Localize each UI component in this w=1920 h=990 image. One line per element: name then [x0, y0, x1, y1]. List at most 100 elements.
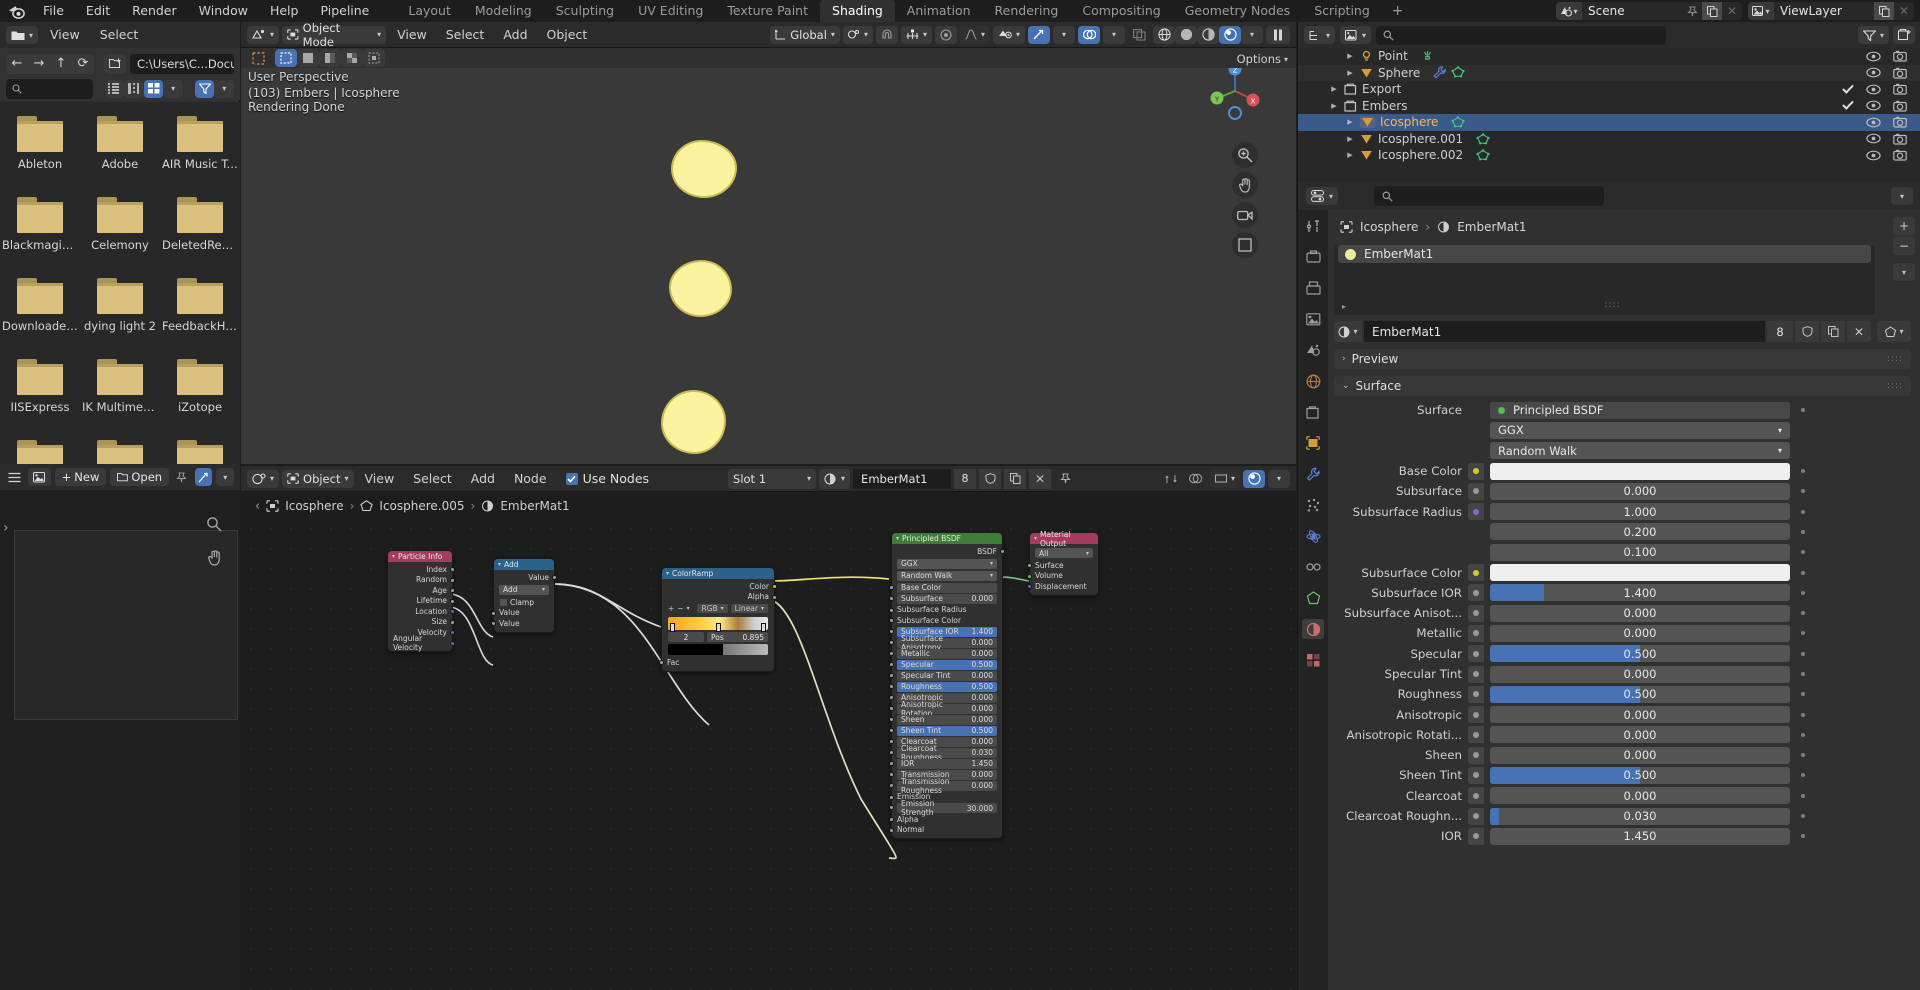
shading-wireframe-icon[interactable]	[1153, 25, 1175, 44]
file-menu-view[interactable]: View	[42, 22, 88, 48]
tab-modifiers[interactable]	[1302, 464, 1324, 484]
active-tool-select-box-icon[interactable]	[247, 49, 269, 67]
expand-triangle-icon[interactable]: ▶	[1345, 135, 1355, 143]
node-principled-bsdf[interactable]: ▾ Principled BSDF BSDF GGX ▾ Random Walk ▾…	[889, 532, 1005, 839]
display-horizontal-list-icon[interactable]	[124, 79, 144, 98]
file-search-input[interactable]	[6, 78, 93, 99]
snap-node-icon[interactable]	[1160, 470, 1182, 488]
material-users-button[interactable]: 8	[1767, 321, 1793, 342]
socket-random[interactable]: Random	[388, 575, 455, 586]
number-field[interactable]: 0.000	[1490, 746, 1790, 764]
menu-pipeline[interactable]: Pipeline	[309, 0, 380, 22]
node-value-row[interactable]: Subsurface Anisotropy 0.000	[889, 634, 1002, 652]
ramp-stop-2[interactable]	[761, 623, 766, 632]
node-header[interactable]: ▾ Particle Info	[388, 551, 452, 562]
number-field[interactable]: 0.000	[1490, 482, 1790, 500]
hide-in-viewport-icon[interactable]	[1866, 100, 1881, 111]
properties-search-input[interactable]	[1374, 186, 1605, 206]
select-new-icon[interactable]	[275, 49, 297, 67]
socket-indicator[interactable]	[1468, 604, 1484, 622]
breadcrumb-mesh[interactable]: Icosphere.005	[379, 499, 464, 513]
hide-in-viewport-icon[interactable]	[1866, 150, 1881, 161]
ramp-color-mode-selector[interactable]: RGB ▾	[697, 604, 728, 613]
file-item[interactable]: iZotope	[160, 353, 240, 434]
visibility-selector[interactable]: ▾	[992, 25, 1025, 44]
socket-location[interactable]: Location	[388, 606, 455, 617]
node-overlays-icon[interactable]	[1185, 470, 1207, 488]
node-socket[interactable]: Subsurface Radius	[889, 605, 1002, 616]
outliner-row[interactable]: ▶ Sphere	[1298, 64, 1920, 81]
viewport-navigation-gizmo[interactable]: Z X Y	[1204, 60, 1266, 122]
socket-indicator[interactable]	[1468, 645, 1484, 663]
file-item[interactable]: Celemony	[80, 191, 160, 272]
node-canvas[interactable]: ▾ Particle Info Index Random Age Lifetim…	[241, 519, 1296, 990]
pin-material-icon[interactable]	[1054, 470, 1076, 488]
editor-type-image[interactable]	[27, 468, 51, 486]
viewport-camera-icon[interactable]	[1232, 202, 1258, 228]
animate-property-dot[interactable]	[1796, 550, 1810, 555]
disable-in-render-icon[interactable]	[1893, 116, 1907, 128]
ramp-pos-field[interactable]: Pos 0.895	[707, 632, 768, 642]
output-target-selector[interactable]: All ▾	[1035, 548, 1093, 558]
node-value-row[interactable]: Sheen Tint 0.500	[889, 725, 1002, 736]
hide-in-viewport-icon[interactable]	[1866, 51, 1881, 62]
material-slot-menu-button[interactable]: ▾	[1893, 263, 1915, 281]
tab-material[interactable]	[1302, 619, 1324, 639]
viewport-menu-select[interactable]: Select	[438, 22, 493, 48]
panel-grip[interactable]: ::::	[1887, 381, 1903, 391]
animate-property-dot[interactable]	[1796, 732, 1810, 737]
gizmo-options-chevron-icon[interactable]: ▾	[1053, 25, 1075, 44]
select-intersect-icon[interactable]	[363, 49, 385, 67]
slot-resize-grip[interactable]: ::::	[1605, 300, 1621, 310]
dropdown-field[interactable]: GGX ▾	[1490, 421, 1790, 439]
number-field[interactable]: 1.450	[1490, 827, 1790, 845]
outliner-display-mode-selector[interactable]: ▾	[1340, 26, 1372, 44]
shader-sidebar-toggle-icon[interactable]: ‹	[255, 499, 260, 514]
tab-particles[interactable]	[1302, 495, 1324, 515]
editor-type-outliner[interactable]: ▾	[1304, 26, 1336, 44]
animate-property-dot[interactable]	[1796, 692, 1810, 697]
socket-surface-in[interactable]: Surface	[1027, 560, 1098, 571]
animate-property-dot[interactable]	[1796, 509, 1810, 514]
duplicate-material-button[interactable]	[1821, 321, 1845, 342]
image-canvas-area[interactable]	[14, 530, 238, 720]
xray-toggle-icon[interactable]	[1128, 26, 1150, 44]
node-value-row[interactable]: Transmission Roughness 0.000	[889, 777, 1002, 795]
menu-window[interactable]: Window	[188, 0, 259, 22]
socket-indicator[interactable]	[1468, 746, 1484, 764]
properties-breadcrumb-material[interactable]: EmberMat1	[1457, 220, 1526, 234]
node-value-row[interactable]: Metallic 0.000	[889, 648, 1002, 659]
ramp-stop-1[interactable]	[716, 623, 721, 632]
shading-material-preview-icon[interactable]	[1197, 25, 1219, 44]
material-browse-icon[interactable]: ▾	[819, 468, 851, 489]
disable-in-render-icon[interactable]	[1893, 67, 1907, 79]
tab-texture[interactable]	[1302, 650, 1324, 670]
use-nodes-checkbox[interactable]: Use Nodes	[565, 471, 649, 486]
node-value-row[interactable]: Emission Strength 30.000	[889, 799, 1002, 817]
tab-world[interactable]	[1302, 371, 1324, 391]
node-value-row[interactable]: IOR 1.450	[889, 758, 1002, 769]
node-value-row[interactable]: Base Color	[889, 582, 1002, 593]
socket-size[interactable]: Size	[388, 617, 455, 628]
viewport-3d-canvas[interactable]: User Perspective (103) Embers | Icospher…	[241, 42, 1296, 464]
node-socket[interactable]: Alpha	[889, 814, 1002, 825]
tab-tool[interactable]	[1302, 216, 1324, 236]
viewport-pan-icon[interactable]	[1232, 172, 1258, 198]
node-value-row[interactable]: Specular 0.500	[889, 659, 1002, 670]
tab-data[interactable]	[1302, 588, 1324, 608]
socket-value-in-1[interactable]: Value	[491, 608, 554, 619]
tab-uv-editing[interactable]: UV Editing	[626, 0, 715, 22]
expand-triangle-icon[interactable]: ▶	[1345, 69, 1355, 77]
ramp-menu-icon[interactable]: ▾	[687, 605, 690, 612]
subsurface-method-selector[interactable]: Random Walk ▾	[897, 570, 997, 581]
pin-image-icon[interactable]	[173, 468, 191, 486]
tab-compositing[interactable]: Compositing	[1070, 0, 1172, 22]
ramp-index-field[interactable]: 2	[668, 632, 704, 642]
node-material-output[interactable]: ▾ Material Output All ▾ Surface Volume Di…	[1027, 530, 1099, 596]
distribution-selector[interactable]: GGX ▾	[897, 558, 997, 569]
expand-triangle-icon[interactable]: ▶	[1345, 151, 1355, 159]
socket-volume-in[interactable]: Volume	[1027, 571, 1098, 582]
tab-texture-paint[interactable]: Texture Paint	[715, 0, 820, 22]
image-gizmo-chevron-icon[interactable]: ▾	[216, 468, 235, 486]
socket-indicator[interactable]	[1468, 726, 1484, 744]
